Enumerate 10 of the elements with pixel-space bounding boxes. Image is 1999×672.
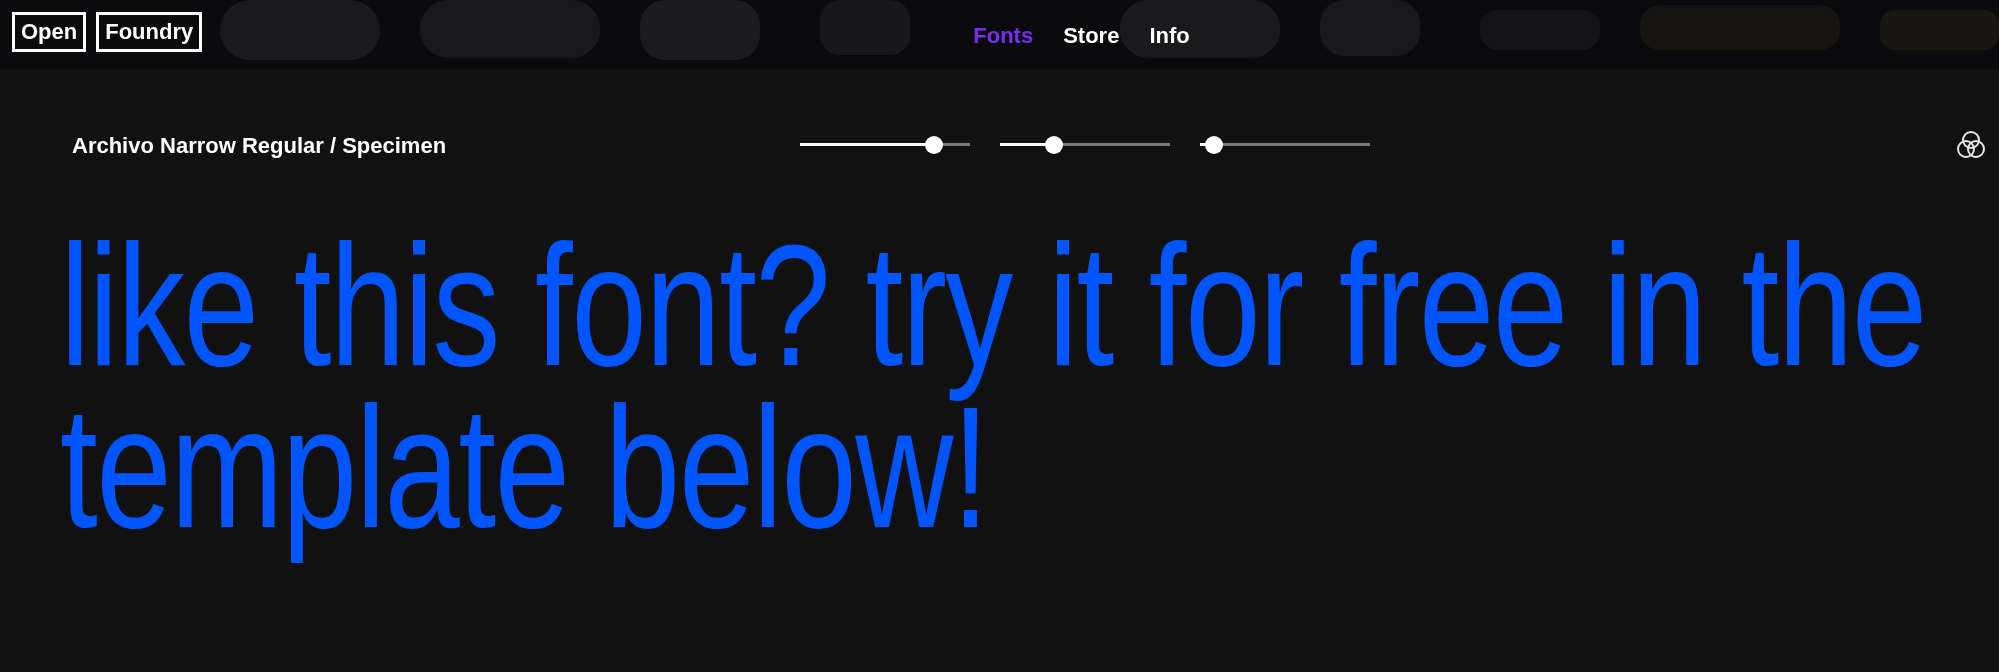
nav-link[interactable]: Store [1063, 18, 1120, 52]
slider-thumb[interactable] [925, 136, 944, 154]
slider-thumb[interactable] [1045, 136, 1064, 154]
specimen-text: like this font? try it for free in the template below! [60, 208, 1927, 565]
logo-link[interactable]: Open [12, 12, 87, 52]
specimen-title: Archivo Narrow Regular / Specimen [72, 131, 448, 160]
slider-thumb[interactable] [1204, 136, 1223, 154]
circles-icon[interactable] [1955, 129, 1987, 161]
logo-link[interactable]: Foundry [96, 12, 203, 52]
nav-link[interactable]: Info [1149, 18, 1190, 52]
